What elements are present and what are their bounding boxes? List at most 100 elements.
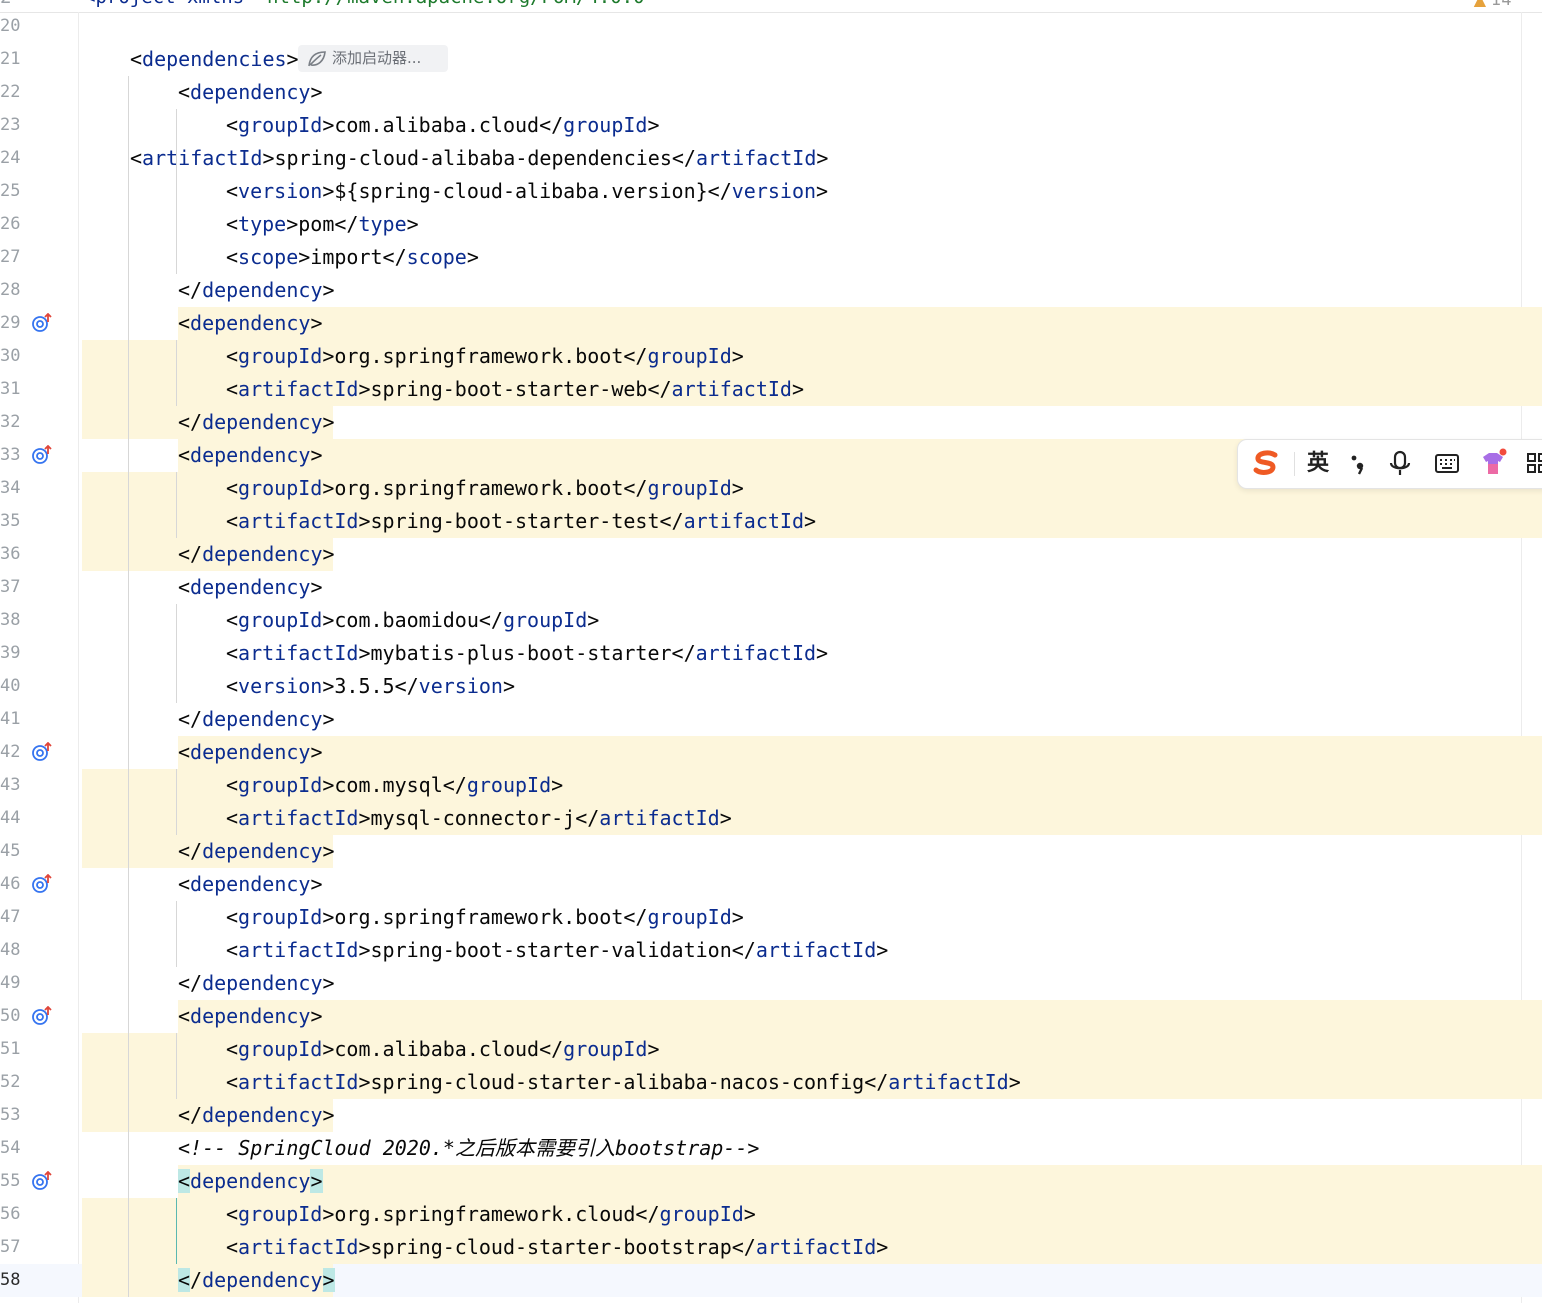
line-number[interactable]: 55 xyxy=(0,1165,26,1198)
skin-icon[interactable] xyxy=(1476,448,1510,480)
line-number[interactable]: 31 xyxy=(0,373,26,406)
code-line[interactable]: 56 <groupId>org.springframework.cloud</gr… xyxy=(0,1198,1542,1231)
sogou-logo-icon[interactable] xyxy=(1248,448,1284,480)
line-number[interactable]: 29 xyxy=(0,307,26,340)
punctuation-icon[interactable] xyxy=(1342,448,1374,480)
line-number[interactable]: 21 xyxy=(0,43,26,76)
code-line[interactable]: 57 <artifactId>spring-cloud-starter-boots… xyxy=(0,1231,1542,1264)
line-number[interactable]: 52 xyxy=(0,1066,26,1099)
line-number[interactable]: 44 xyxy=(0,802,26,835)
code-text: <artifactId>mysql-connector-j</artifactI… xyxy=(226,806,732,830)
line-number[interactable]: 23 xyxy=(0,109,26,142)
code-line[interactable]: 30 <groupId>org.springframework.boot</gro… xyxy=(0,340,1542,373)
code-line[interactable]: 53 </dependency> xyxy=(0,1099,1542,1132)
line-number[interactable]: 48 xyxy=(0,934,26,967)
line-number[interactable]: 58 xyxy=(0,1264,26,1297)
code-line[interactable]: 24 <artifactId>spring-cloud-alibaba-depen… xyxy=(0,142,1542,175)
code-line[interactable]: 36 </dependency> xyxy=(0,538,1542,571)
line-number[interactable]: 47 xyxy=(0,901,26,934)
code-line[interactable]: <project xmlns="http://maven.apache.org/… xyxy=(84,0,656,8)
code-line[interactable]: 28 </dependency> xyxy=(0,274,1542,307)
code-line[interactable]: 50 <dependency> xyxy=(0,1000,1542,1033)
code-line[interactable]: 41 </dependency> xyxy=(0,703,1542,736)
line-number[interactable]: 27 xyxy=(0,241,26,274)
code-line[interactable]: 54 <!-- SpringCloud 2020.*之后版本需要引入bootstr… xyxy=(0,1132,1542,1165)
line-number[interactable]: 24 xyxy=(0,142,26,175)
line-number[interactable]: 32 xyxy=(0,406,26,439)
line-number[interactable]: 28 xyxy=(0,274,26,307)
code-line[interactable]: 35 <artifactId>spring-boot-starter-test</… xyxy=(0,505,1542,538)
keyboard-icon[interactable] xyxy=(1430,448,1464,480)
line-number[interactable]: 37 xyxy=(0,571,26,604)
line-number[interactable]: 36 xyxy=(0,538,26,571)
code-line[interactable]: 43 <groupId>com.mysql</groupId> xyxy=(0,769,1542,802)
line-number[interactable]: 33 xyxy=(0,439,26,472)
code-line[interactable]: 21 <dependencies> xyxy=(0,43,1542,76)
override-arrow-icon[interactable] xyxy=(31,873,53,894)
code-line[interactable]: 49 </dependency> xyxy=(0,967,1542,1000)
code-line[interactable]: 44 <artifactId>mysql-connector-j</artifac… xyxy=(0,802,1542,835)
code-line[interactable]: 31 <artifactId>spring-boot-starter-web</a… xyxy=(0,373,1542,406)
code-line[interactable]: 37 <dependency> xyxy=(0,571,1542,604)
code-line[interactable]: 40 <version>3.5.5</version> xyxy=(0,670,1542,703)
code-line[interactable]: 32 </dependency> xyxy=(0,406,1542,439)
code-line[interactable]: 52 <artifactId>spring-cloud-starter-aliba… xyxy=(0,1066,1542,1099)
code-line[interactable]: 39 <artifactId>mybatis-plus-boot-starter<… xyxy=(0,637,1542,670)
override-arrow-icon[interactable] xyxy=(31,741,53,762)
line-number[interactable]: 56 xyxy=(0,1198,26,1231)
override-arrow-icon[interactable] xyxy=(31,1005,53,1026)
code-line[interactable]: 45 </dependency> xyxy=(0,835,1542,868)
inlay-hint-add-starters[interactable]: 添加启动器... xyxy=(298,45,448,72)
ime-toolbar[interactable]: 英 xyxy=(1237,439,1542,489)
line-number[interactable]: 38 xyxy=(0,604,26,637)
warnings-badge[interactable]: ▲ 14 ⌃ xyxy=(1474,0,1530,9)
code-line[interactable]: 48 <artifactId>spring-boot-starter-valida… xyxy=(0,934,1542,967)
toolbox-icon[interactable] xyxy=(1522,448,1542,480)
line-number[interactable]: 30 xyxy=(0,340,26,373)
code-line[interactable]: 51 <groupId>com.alibaba.cloud</groupId> xyxy=(0,1033,1542,1066)
line-number[interactable]: 43 xyxy=(0,769,26,802)
spring-leaf-icon xyxy=(307,50,327,77)
line-number[interactable]: 50 xyxy=(0,1000,26,1033)
microphone-icon[interactable] xyxy=(1384,448,1416,480)
code-line[interactable]: 26 <type>pom</type> xyxy=(0,208,1542,241)
chevron-up-icon[interactable]: ⌃ xyxy=(1517,0,1530,9)
code-text: <groupId>com.alibaba.cloud</groupId> xyxy=(226,1037,660,1061)
line-number[interactable]: 54 xyxy=(0,1132,26,1165)
line-number[interactable]: 41 xyxy=(0,703,26,736)
line-number[interactable]: 20 xyxy=(0,10,26,43)
code-line[interactable]: 47 <groupId>org.springframework.boot</gro… xyxy=(0,901,1542,934)
line-number[interactable]: 26 xyxy=(0,208,26,241)
code-text: <artifactId>spring-boot-starter-test</ar… xyxy=(226,509,817,533)
code-line[interactable]: 42 <dependency> xyxy=(0,736,1542,769)
code-line[interactable]: 20 xyxy=(0,10,1542,43)
override-arrow-icon[interactable] xyxy=(31,1170,53,1191)
line-number[interactable]: 49 xyxy=(0,967,26,1000)
override-arrow-icon[interactable] xyxy=(31,444,53,465)
code-line[interactable]: 29 <dependency> xyxy=(0,307,1542,340)
occurrence-highlight xyxy=(178,1000,1542,1033)
override-arrow-icon[interactable] xyxy=(31,312,53,333)
line-number[interactable]: 25 xyxy=(0,175,26,208)
code-line[interactable]: 25 <version>${spring-cloud-alibaba.versio… xyxy=(0,175,1542,208)
line-number[interactable]: 51 xyxy=(0,1033,26,1066)
line-number[interactable]: 42 xyxy=(0,736,26,769)
code-line[interactable]: 23 <groupId>com.alibaba.cloud</groupId> xyxy=(0,109,1542,142)
language-toggle[interactable]: 英 xyxy=(1300,448,1336,480)
code-text: <type>pom</type> xyxy=(226,212,419,236)
line-number[interactable]: 46 xyxy=(0,868,26,901)
line-number[interactable]: 35 xyxy=(0,505,26,538)
line-number[interactable]: 53 xyxy=(0,1099,26,1132)
line-number[interactable]: 34 xyxy=(0,472,26,505)
code-line[interactable]: 38 <groupId>com.baomidou</groupId> xyxy=(0,604,1542,637)
code-line[interactable]: 55 <dependency> xyxy=(0,1165,1542,1198)
code-line[interactable]: 22 <dependency> xyxy=(0,76,1542,109)
line-number[interactable]: 22 xyxy=(0,76,26,109)
code-line[interactable]: 46 <dependency> xyxy=(0,868,1542,901)
code-line[interactable]: 27 <scope>import</scope> xyxy=(0,241,1542,274)
line-number[interactable]: 57 xyxy=(0,1231,26,1264)
line-number[interactable]: 45 xyxy=(0,835,26,868)
line-number[interactable]: 40 xyxy=(0,670,26,703)
line-number[interactable]: 39 xyxy=(0,637,26,670)
code-line[interactable]: 58 </dependency> xyxy=(0,1264,1542,1297)
